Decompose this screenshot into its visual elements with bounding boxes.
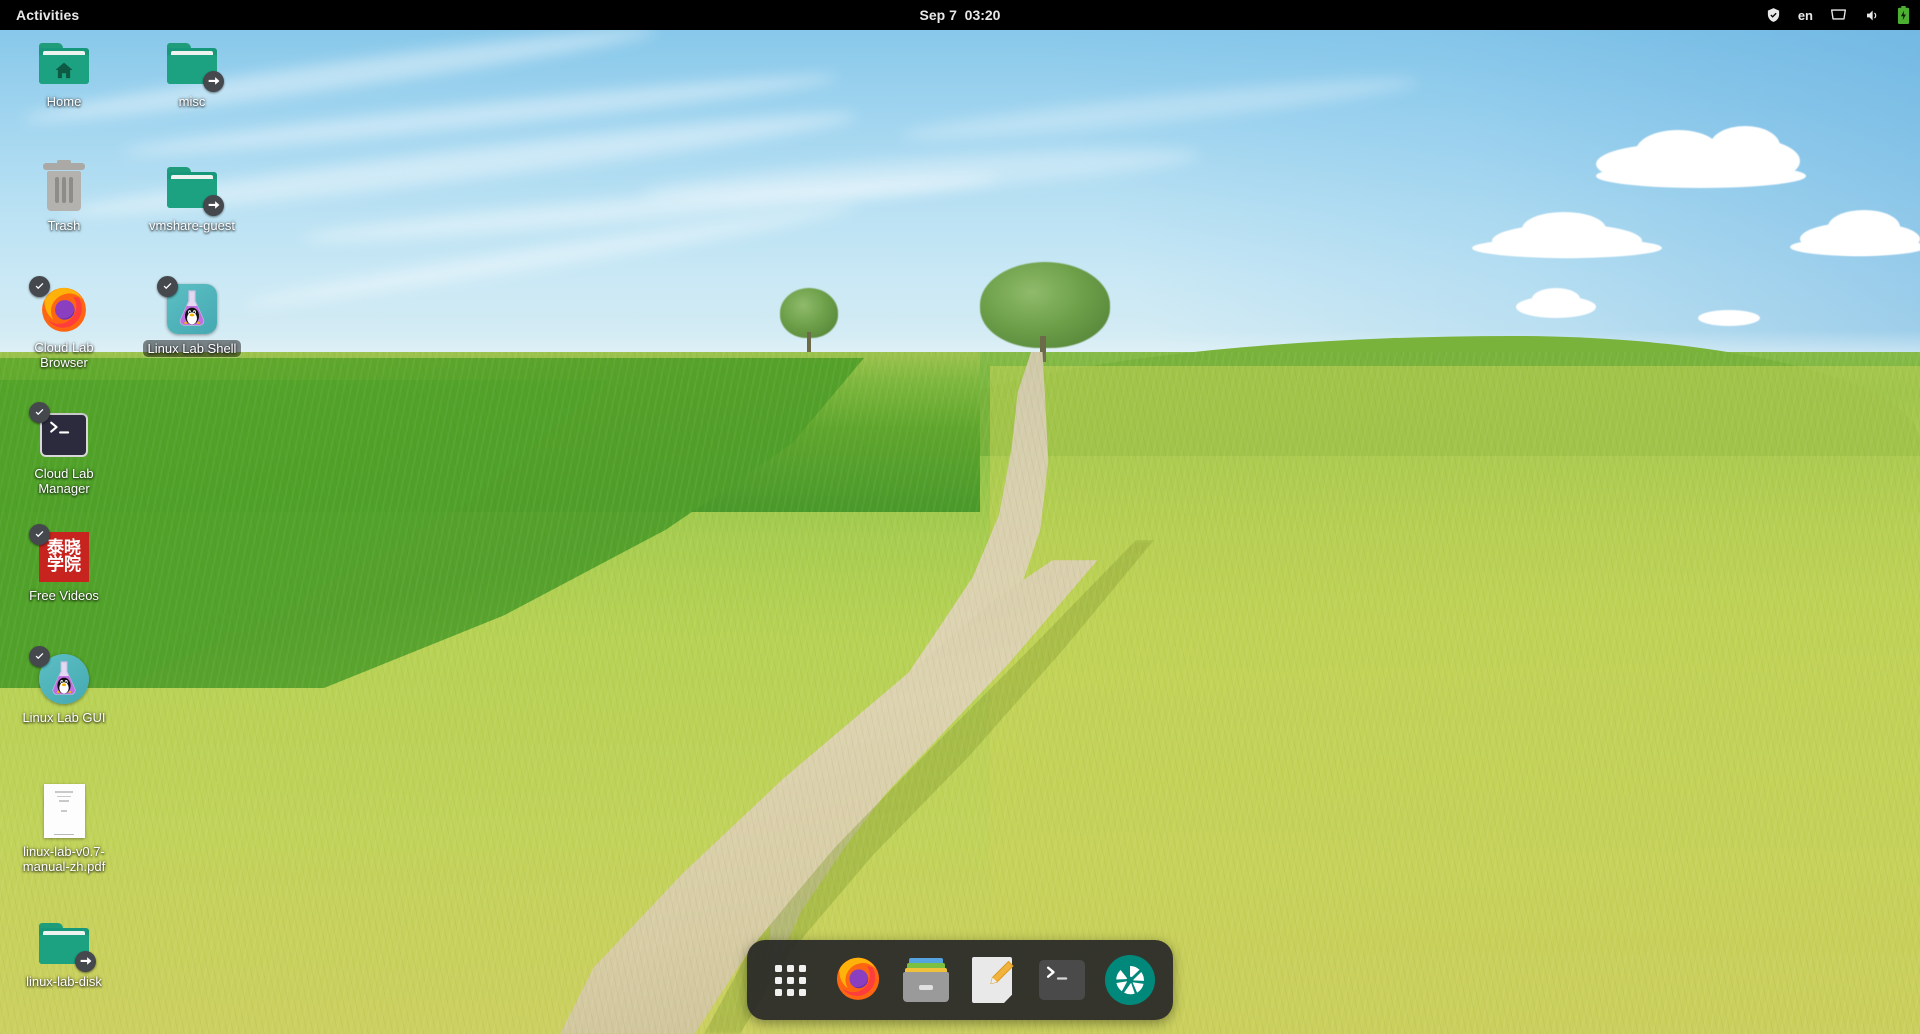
cumulus-cloud <box>1710 126 1780 166</box>
check-badge-icon <box>29 276 50 297</box>
tree-small <box>780 288 838 352</box>
file-cabinet-icon <box>903 958 949 1002</box>
firefox-icon <box>833 953 883 1008</box>
battery-charging-icon[interactable] <box>1897 6 1910 24</box>
app-grid-icon <box>774 964 806 996</box>
folder-link-icon <box>37 916 96 972</box>
dock-files-button[interactable] <box>899 953 953 1007</box>
terminal-icon <box>29 402 91 462</box>
desktop-icon-label: linux-lab-v0.7-manual-zh.pdf <box>22 844 106 874</box>
volume-icon[interactable] <box>1864 8 1880 23</box>
flask-tux-round-icon <box>29 646 91 706</box>
dock-firefox-button[interactable] <box>831 953 885 1007</box>
dock-show-applications-button[interactable] <box>763 953 817 1007</box>
tinylab-logo-icon: 泰晓 学院 <box>29 524 91 584</box>
check-badge-icon <box>29 646 50 667</box>
symlink-badge-icon <box>203 195 224 216</box>
desktop-icon-label: linux-lab-disk <box>26 974 102 989</box>
wallpaper-field-texture <box>0 352 1920 1034</box>
logo-text-bottom: 学院 <box>47 555 81 575</box>
desktop-icon-label: Linux Lab GUI <box>22 710 106 725</box>
firefox-icon <box>29 276 91 336</box>
cumulus-cloud <box>1790 238 1920 256</box>
desktop-icon-misc[interactable]: misc <box>140 36 244 109</box>
desktop-icon-free-videos[interactable]: 泰晓 学院 Free Videos <box>12 524 116 603</box>
cumulus-cloud <box>1596 164 1806 188</box>
check-badge-icon <box>29 402 50 423</box>
desktop-wallpaper <box>0 0 1920 1034</box>
desktop-icon-label: Cloud Lab Browser <box>34 340 94 370</box>
aperture-icon <box>1105 955 1155 1005</box>
desktop-icon-linux-lab-disk[interactable]: linux-lab-disk <box>12 916 116 989</box>
dock <box>747 940 1173 1020</box>
folder-home-icon <box>37 36 91 90</box>
desktop-icon-linux-lab-manual-pdf[interactable]: linux-lab-v0.7-manual-zh.pdf <box>12 782 116 874</box>
terminal-icon <box>1039 960 1085 1000</box>
trash-icon <box>37 160 91 214</box>
folder-link-icon <box>165 36 224 92</box>
symlink-badge-icon <box>203 71 224 92</box>
tree-large <box>980 262 1110 362</box>
desktop-icon-trash[interactable]: Trash <box>12 160 116 233</box>
dock-screenshot-button[interactable] <box>1103 953 1157 1007</box>
desktop-icon-cloud-lab-manager[interactable]: Cloud Lab Manager <box>12 402 116 496</box>
flask-tux-tile-icon <box>157 276 219 336</box>
desktop-icon-linux-lab-shell[interactable]: Linux Lab Shell <box>140 276 244 357</box>
desktop-icon-home[interactable]: Home <box>12 36 116 109</box>
notepad-pencil-icon <box>972 957 1016 1003</box>
desktop-icon-label: misc <box>178 94 206 109</box>
display-icon[interactable] <box>1830 8 1847 23</box>
desktop-icon-label: vmshare-guest <box>149 218 235 233</box>
desktop-icon-cloud-lab-browser[interactable]: Cloud Lab Browser <box>12 276 116 370</box>
desktop-icon-label: Home <box>46 94 82 109</box>
check-badge-icon <box>157 276 178 297</box>
cumulus-cloud <box>1532 288 1580 310</box>
desktop-icon-linux-lab-gui[interactable]: Linux Lab GUI <box>12 646 116 725</box>
cumulus-cloud <box>1472 238 1662 258</box>
top-bar: Activities Sep 7 03:20 en <box>0 0 1920 30</box>
system-tray[interactable]: en <box>1766 6 1910 24</box>
desktop[interactable]: Activities Sep 7 03:20 en Home misc Tras… <box>0 0 1920 1034</box>
desktop-icon-label: Trash <box>47 218 81 233</box>
cumulus-cloud <box>1698 310 1760 326</box>
check-badge-icon <box>29 524 50 545</box>
desktop-icon-label: Free Videos <box>29 588 99 603</box>
desktop-icon-vmshare-guest[interactable]: vmshare-guest <box>140 160 244 233</box>
pdf-document-icon <box>37 782 91 840</box>
desktop-icon-label: Cloud Lab Manager <box>34 466 94 496</box>
keyboard-layout-indicator[interactable]: en <box>1798 8 1813 23</box>
folder-link-icon <box>165 160 224 216</box>
shield-icon[interactable] <box>1766 7 1781 23</box>
symlink-badge-icon <box>75 951 96 972</box>
clock[interactable]: Sep 7 03:20 <box>920 7 1001 23</box>
dock-terminal-button[interactable] <box>1035 953 1089 1007</box>
desktop-icon-label: Linux Lab Shell <box>142 340 242 357</box>
dock-text-editor-button[interactable] <box>967 953 1021 1007</box>
activities-button[interactable]: Activities <box>0 7 91 23</box>
